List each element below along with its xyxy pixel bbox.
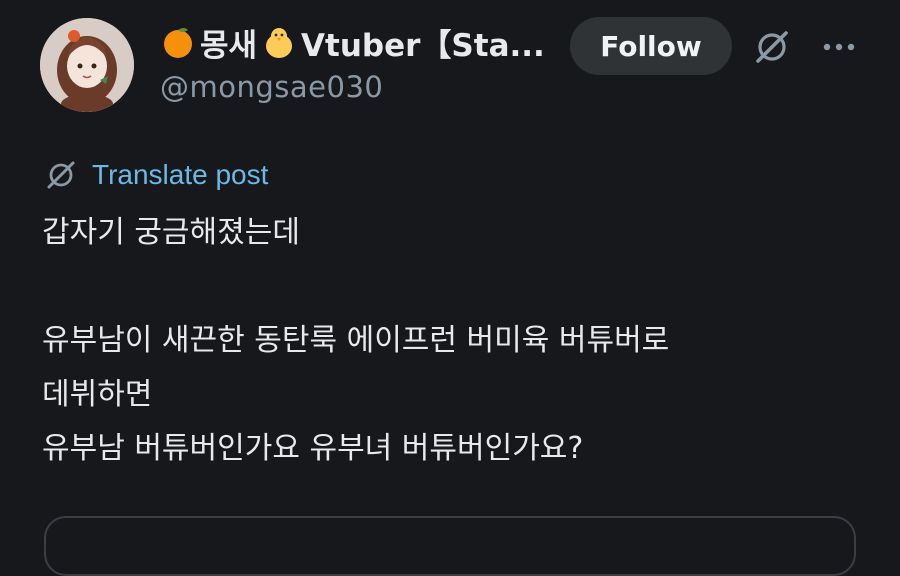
post-line: 데뷔하면: [42, 377, 153, 412]
post-body: 갑자기 궁금해졌는데 유부남이 새끈한 동탄룩 에이프런 버미육 버튜버로 데뷔…: [42, 206, 882, 476]
avatar-illustration: [40, 18, 134, 112]
author-avatar[interactable]: [40, 18, 134, 112]
translate-post-link[interactable]: Translate post: [44, 155, 268, 195]
translate-post-label: Translate post: [92, 159, 269, 190]
author-handle[interactable]: @mongsae030: [160, 70, 383, 104]
orange-emoji-icon: [160, 24, 196, 60]
post-line: 갑자기 궁금해졌는데: [42, 215, 300, 250]
post-line: 유부남 버튜버인가요 유부녀 버튜버인가요?: [42, 431, 584, 466]
chick-emoji-icon: [261, 24, 297, 60]
author-display-name: 몽새: [200, 27, 258, 64]
author-name-row[interactable]: 몽새 Vtuber【Sta...: [160, 20, 545, 64]
follow-button[interactable]: Follow: [570, 17, 732, 75]
embedded-card-edge[interactable]: [44, 516, 856, 576]
post-blank-line: [42, 260, 882, 314]
author-display-name-suffix: Vtuber【Sta...: [301, 27, 545, 64]
translate-grok-icon: [47, 161, 75, 189]
post-line: 유부남이 새끈한 동탄룩 에이프런 버미육 버튜버로: [42, 323, 670, 358]
grok-icon[interactable]: [752, 27, 792, 67]
more-icon[interactable]: [818, 30, 860, 64]
